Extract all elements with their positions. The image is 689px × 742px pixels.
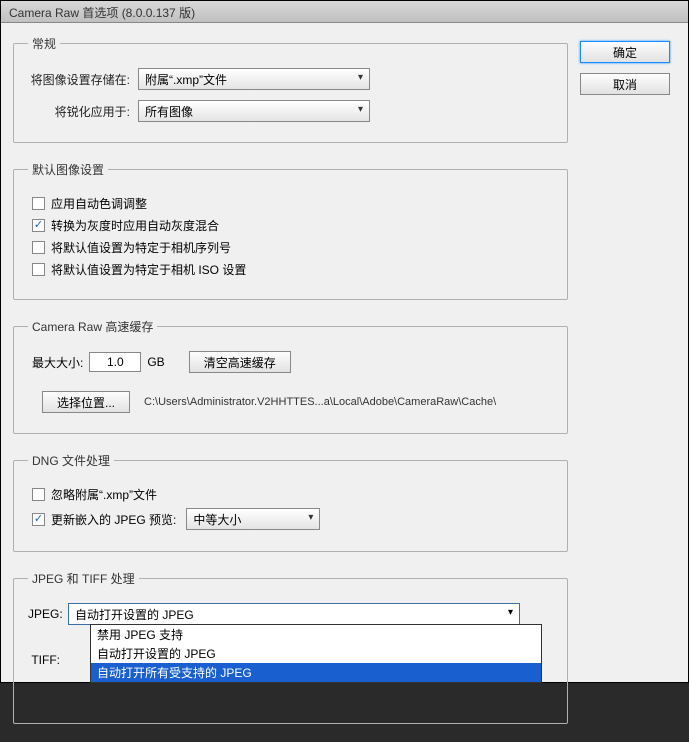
label-update-jpeg: 更新嵌入的 JPEG 预览: xyxy=(51,511,176,528)
label-max-size: 最大大小: xyxy=(32,354,83,371)
checkbox-ignore-xmp[interactable] xyxy=(32,488,45,501)
legend-jpeg-tiff: JPEG 和 TIFF 处理 xyxy=(28,570,139,587)
label-grayscale-mix: 转换为灰度时应用自动灰度混合 xyxy=(51,217,219,234)
ok-button[interactable]: 确定 xyxy=(580,41,670,63)
label-ignore-xmp: 忽略附属“.xmp”文件 xyxy=(51,486,157,503)
label-iso: 将默认值设置为特定于相机 ISO 设置 xyxy=(51,261,246,278)
window-title: Camera Raw 首选项 (8.0.0.137 版) xyxy=(9,6,195,20)
dropdown-item-auto-all[interactable]: 自动打开所有受支持的 JPEG xyxy=(91,663,541,682)
label-jpeg: JPEG: xyxy=(28,607,68,621)
legend-defaults: 默认图像设置 xyxy=(28,161,108,178)
label-auto-tone: 应用自动色调调整 xyxy=(51,195,147,212)
select-jpeg-handling[interactable]: 自动打开设置的 JPEG xyxy=(68,603,520,625)
input-max-size[interactable] xyxy=(89,352,141,372)
cancel-button[interactable]: 取消 xyxy=(580,73,670,95)
label-gb: GB xyxy=(147,355,164,369)
select-sharpen[interactable]: 所有图像 xyxy=(138,100,370,122)
checkbox-update-jpeg[interactable] xyxy=(32,513,45,526)
group-defaults: 默认图像设置 应用自动色调调整 转换为灰度时应用自动灰度混合 将默认值设置为特定… xyxy=(13,161,568,300)
dropdown-item-auto-settings[interactable]: 自动打开设置的 JPEG xyxy=(91,644,541,663)
group-cache: Camera Raw 高速缓存 最大大小: GB 清空高速缓存 选择位置... … xyxy=(13,318,568,434)
select-store-settings[interactable]: 附属“.xmp”文件 xyxy=(138,68,370,90)
label-serial: 将默认值设置为特定于相机序列号 xyxy=(51,239,231,256)
group-dng: DNG 文件处理 忽略附属“.xmp”文件 更新嵌入的 JPEG 预览: 中等大… xyxy=(13,452,568,552)
group-jpeg-tiff: JPEG 和 TIFF 处理 JPEG: 自动打开设置的 JPEG TIFF: … xyxy=(13,570,568,724)
dropdown-jpeg-handling: 禁用 JPEG 支持 自动打开设置的 JPEG 自动打开所有受支持的 JPEG xyxy=(90,624,542,683)
purge-cache-button[interactable]: 清空高速缓存 xyxy=(189,351,291,373)
label-store-settings: 将图像设置存储在: xyxy=(28,71,138,88)
legend-cache: Camera Raw 高速缓存 xyxy=(28,318,157,335)
checkbox-iso[interactable] xyxy=(32,263,45,276)
select-location-button[interactable]: 选择位置... xyxy=(42,391,130,413)
label-tiff: TIFF: xyxy=(28,653,68,667)
dropdown-item-disable[interactable]: 禁用 JPEG 支持 xyxy=(91,625,541,644)
legend-dng: DNG 文件处理 xyxy=(28,452,114,469)
checkbox-auto-tone[interactable] xyxy=(32,197,45,210)
checkbox-serial[interactable] xyxy=(32,241,45,254)
group-general: 常规 将图像设置存储在: 附属“.xmp”文件 将锐化应用于: 所有图像 xyxy=(13,35,568,143)
cache-path: C:\Users\Administrator.V2HHTTES...a\Loca… xyxy=(144,396,496,408)
legend-general: 常规 xyxy=(28,35,60,52)
label-sharpen: 将锐化应用于: xyxy=(28,103,138,120)
window-titlebar: Camera Raw 首选项 (8.0.0.137 版) xyxy=(1,1,688,23)
select-jpeg-preview[interactable]: 中等大小 xyxy=(186,508,320,530)
checkbox-grayscale-mix[interactable] xyxy=(32,219,45,232)
